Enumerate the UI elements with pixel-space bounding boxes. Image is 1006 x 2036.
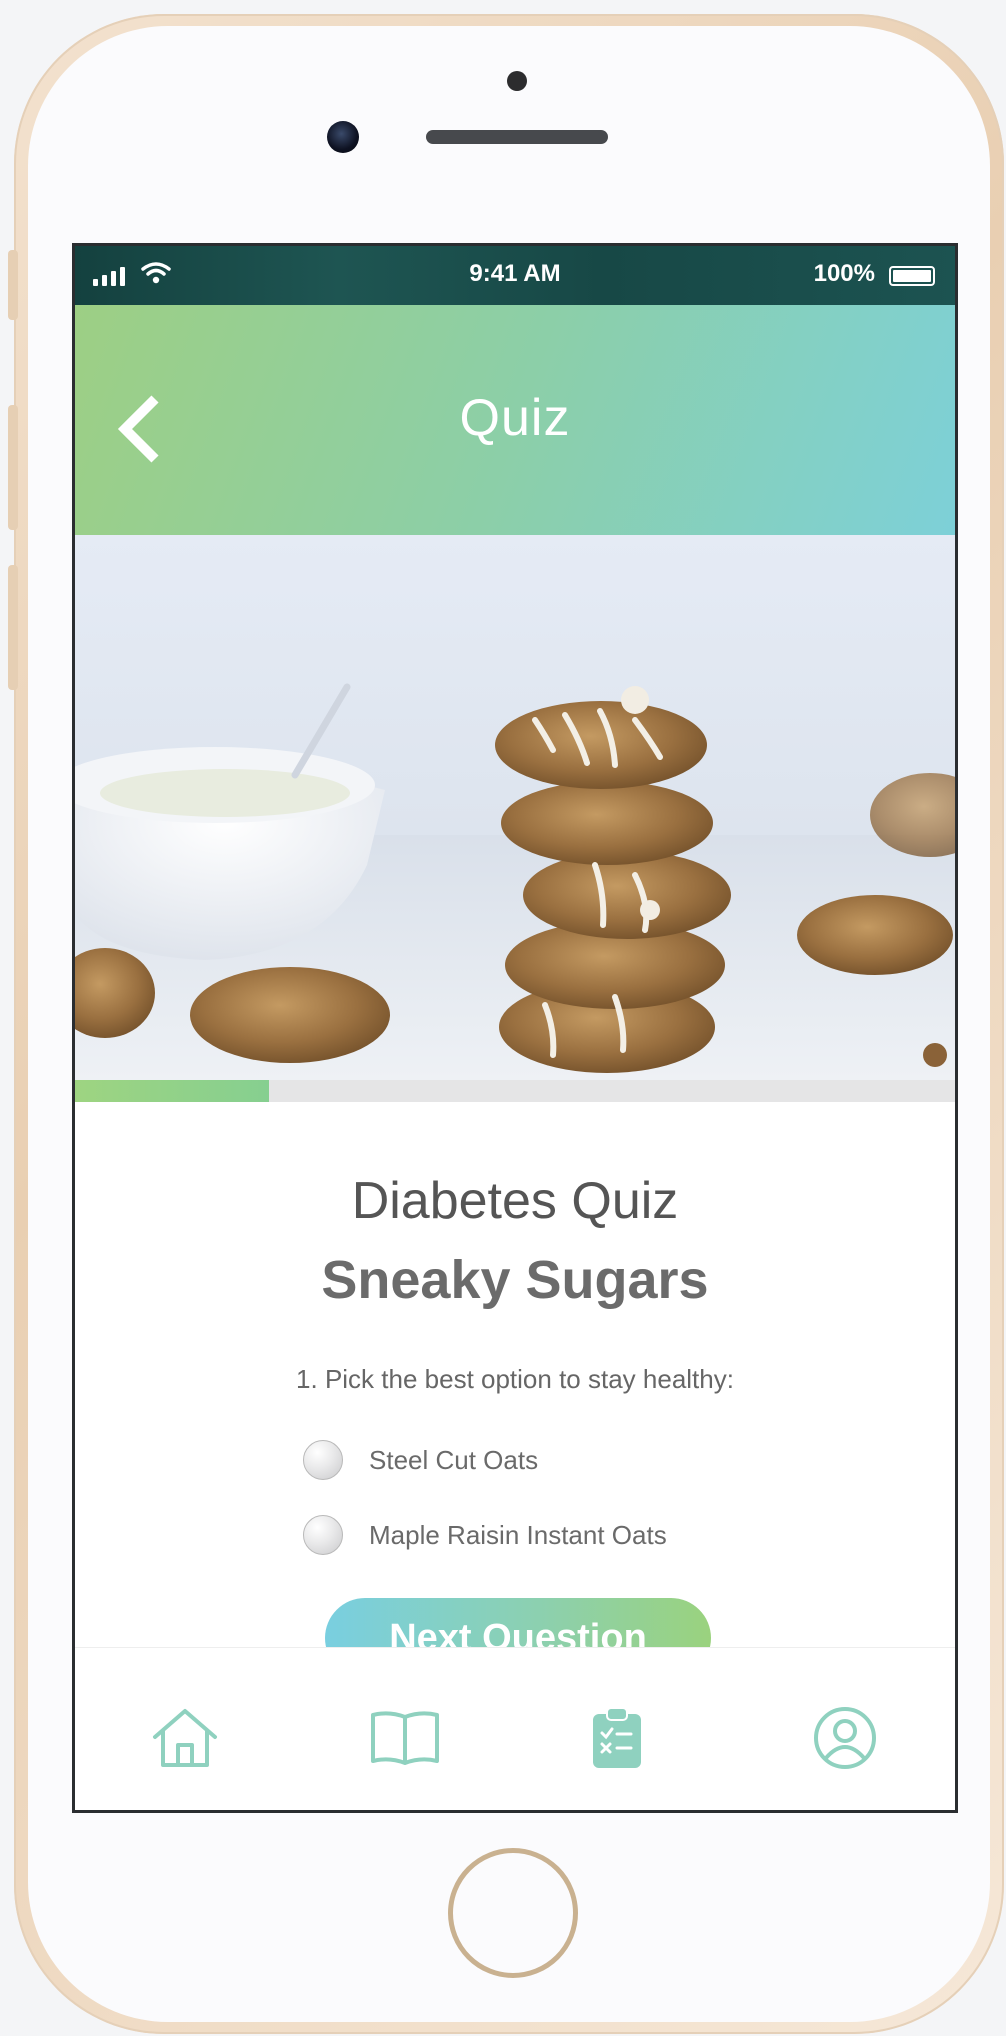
answer-option-steel-cut-oats[interactable]: Steel Cut Oats [303, 1438, 538, 1482]
radio-button[interactable] [303, 1515, 343, 1555]
page-title: Quiz [459, 389, 571, 447]
quiz-title: Diabetes Quiz [351, 1172, 679, 1230]
tab-profile[interactable] [805, 1698, 885, 1778]
quiz-progress-fill [75, 1080, 269, 1102]
hero-image [75, 535, 955, 1080]
status-bar: 9:41 AM 100% [75, 246, 955, 305]
header-bar: Quiz [75, 305, 955, 535]
book-icon [371, 1711, 439, 1765]
mute-switch [8, 250, 18, 320]
bottom-tab-bar [75, 1647, 955, 1810]
battery-percent: 100% [813, 260, 875, 287]
home-button[interactable] [448, 1848, 578, 1978]
proximity-sensor [507, 71, 527, 91]
granola-cookies-photo [75, 683, 955, 1080]
question-text: 1. Pick the best option to stay healthy: [296, 1364, 734, 1394]
answer-label: Maple Raisin Instant Oats [369, 1519, 667, 1550]
quiz-progress-bar [75, 1080, 955, 1102]
tab-learn[interactable] [365, 1698, 445, 1778]
clipboard-checklist-icon [593, 1707, 641, 1768]
front-camera [327, 121, 359, 153]
answer-option-maple-raisin-instant-oats[interactable]: Maple Raisin Instant Oats [303, 1513, 667, 1557]
radio-button[interactable] [303, 1440, 343, 1480]
quiz-subtitle: Sneaky Sugars [321, 1250, 709, 1310]
answer-label: Steel Cut Oats [369, 1444, 539, 1475]
tab-quiz[interactable] [577, 1698, 657, 1778]
volume-up-button [8, 405, 18, 530]
tab-home[interactable] [145, 1698, 225, 1778]
home-icon [153, 1709, 217, 1767]
user-icon [814, 1707, 876, 1769]
app-screen: 9:41 AM 100% Quiz Diabetes Quiz Sneaky S… [72, 243, 958, 1813]
battery-icon [889, 266, 935, 286]
earpiece-speaker [426, 130, 608, 144]
volume-down-button [8, 565, 18, 690]
